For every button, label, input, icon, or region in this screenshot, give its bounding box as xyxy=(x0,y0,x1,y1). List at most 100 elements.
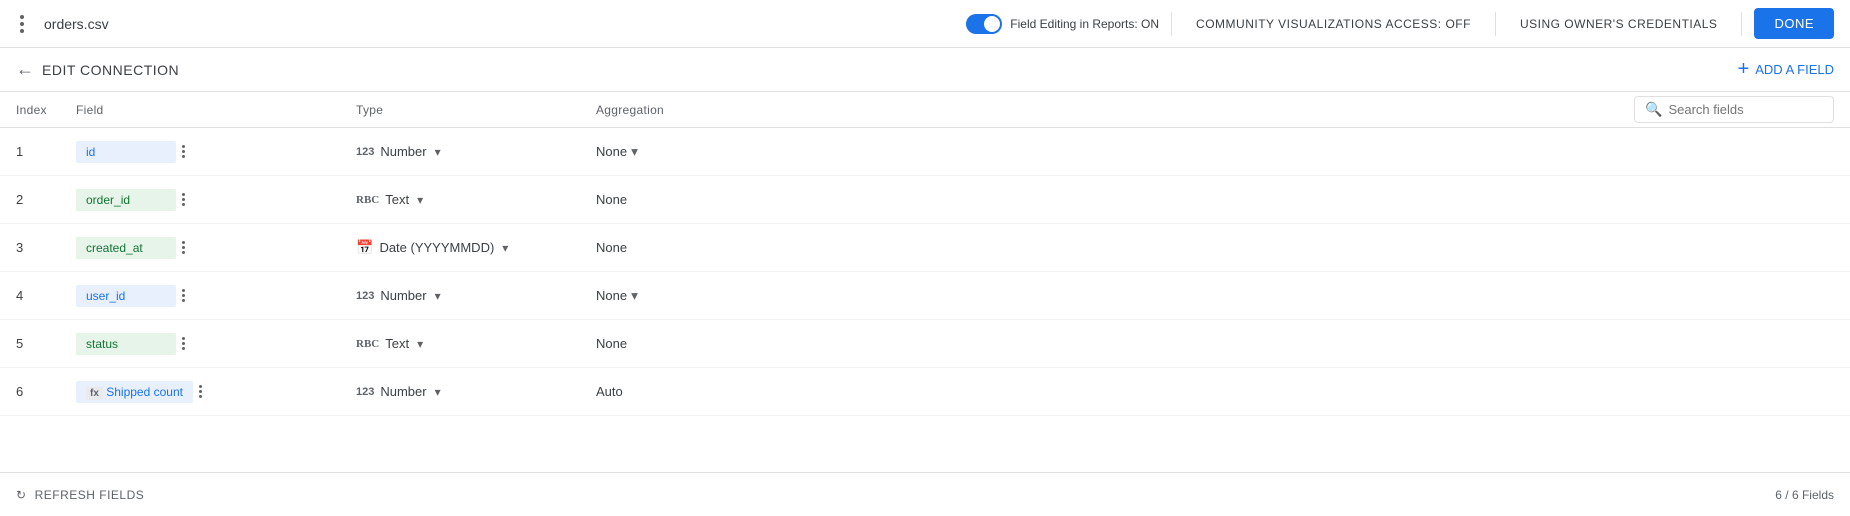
top-bar-right: Field Editing in Reports: ON COMMUNITY V… xyxy=(966,8,1834,39)
row-more-icon[interactable] xyxy=(199,385,202,398)
type-label: Text xyxy=(385,336,409,351)
field-cell: user_id xyxy=(76,285,356,307)
field-cell: fx Shipped count xyxy=(76,381,356,403)
aggregation-cell: None xyxy=(596,192,796,207)
table-row: 2order_id RBC Text ▾ None xyxy=(0,176,1850,224)
field-cell: status xyxy=(76,333,356,355)
field-editing-label: Field Editing in Reports: ON xyxy=(1010,17,1159,31)
col-field: Field xyxy=(76,103,356,117)
search-col: 🔍 xyxy=(796,96,1834,123)
table-row: 1id 123 Number ▾ None ▾ xyxy=(0,128,1850,176)
type-icon: 123 xyxy=(356,386,374,398)
row-index: 6 xyxy=(16,384,76,399)
table-row: 6fx Shipped count 123 Number ▾ Auto xyxy=(0,368,1850,416)
type-label: Number xyxy=(380,288,426,303)
type-label: Number xyxy=(380,144,426,159)
row-index: 1 xyxy=(16,144,76,159)
fx-badge: fx xyxy=(86,387,103,400)
refresh-fields-button[interactable]: ↻ REFRESH FIELDS xyxy=(16,488,144,502)
row-more-icon[interactable] xyxy=(182,241,185,254)
aggregation-cell: None xyxy=(596,336,796,351)
type-label: Text xyxy=(385,192,409,207)
field-tag[interactable]: order_id xyxy=(76,189,176,211)
type-cell: RBC Text ▾ xyxy=(356,335,596,353)
aggregation-value: Auto xyxy=(596,384,623,399)
aggregation-cell: Auto xyxy=(596,384,796,399)
type-dropdown[interactable]: ▾ xyxy=(433,143,443,161)
row-more-icon[interactable] xyxy=(182,193,185,206)
done-button[interactable]: DONE xyxy=(1754,8,1834,39)
file-title: orders.csv xyxy=(44,16,109,32)
type-icon: RBC xyxy=(356,194,379,206)
field-tag[interactable]: status xyxy=(76,333,176,355)
type-dropdown[interactable]: ▾ xyxy=(500,239,510,257)
table-body: 1id 123 Number ▾ None ▾ 2order_id RBC Text ▾ None 3… xyxy=(0,128,1850,416)
row-index: 2 xyxy=(16,192,76,207)
table-row: 4user_id 123 Number ▾ None ▾ xyxy=(0,272,1850,320)
field-cell: id xyxy=(76,141,356,163)
aggregation-value: None xyxy=(596,240,627,255)
aggregation-cell: None ▾ xyxy=(596,288,796,304)
row-index: 5 xyxy=(16,336,76,351)
row-more-icon[interactable] xyxy=(182,337,185,350)
field-tag[interactable]: fx Shipped count xyxy=(76,381,193,403)
aggregation-cell: None ▾ xyxy=(596,144,796,160)
top-bar-left: orders.csv xyxy=(16,11,109,37)
search-icon: 🔍 xyxy=(1645,101,1662,118)
fields-count: 6 / 6 Fields xyxy=(1775,488,1834,502)
aggregation-cell: None xyxy=(596,240,796,255)
type-icon: 123 xyxy=(356,146,374,158)
aggregation-dropdown[interactable]: ▾ xyxy=(631,288,638,304)
community-visualizations-button[interactable]: COMMUNITY VISUALIZATIONS ACCESS: OFF xyxy=(1184,11,1483,37)
add-field-label: ADD A FIELD xyxy=(1755,62,1834,77)
refresh-label: REFRESH FIELDS xyxy=(35,488,145,502)
type-icon: RBC xyxy=(356,338,379,350)
field-editing-toggle[interactable] xyxy=(966,14,1002,34)
table-header: Index Field Type Aggregation 🔍 xyxy=(0,92,1850,128)
add-field-button[interactable]: + ADD A FIELD xyxy=(1738,58,1834,81)
type-icon: 123 xyxy=(356,290,374,302)
field-tag[interactable]: user_id xyxy=(76,285,176,307)
edit-connection-title: EDIT CONNECTION xyxy=(42,62,179,78)
field-tag[interactable]: created_at xyxy=(76,237,176,259)
table-row: 5status RBC Text ▾ None xyxy=(0,320,1850,368)
search-box: 🔍 xyxy=(1634,96,1834,123)
type-dropdown[interactable]: ▾ xyxy=(415,335,425,353)
divider-3 xyxy=(1741,12,1742,36)
refresh-icon: ↻ xyxy=(16,488,27,502)
row-more-icon[interactable] xyxy=(182,145,185,158)
back-arrow-icon[interactable]: ← xyxy=(16,59,34,80)
bottom-bar: ↻ REFRESH FIELDS 6 / 6 Fields xyxy=(0,472,1850,516)
type-cell: 123 Number ▾ xyxy=(356,143,596,161)
credentials-button[interactable]: USING OWNER'S CREDENTIALS xyxy=(1508,11,1729,37)
field-tag[interactable]: id xyxy=(76,141,176,163)
col-index: Index xyxy=(16,103,76,117)
edit-connection-bar: ← EDIT CONNECTION + ADD A FIELD xyxy=(0,48,1850,92)
plus-icon: + xyxy=(1738,58,1750,81)
aggregation-value: None xyxy=(596,336,627,351)
type-dropdown[interactable]: ▾ xyxy=(433,383,443,401)
top-bar: orders.csv Field Editing in Reports: ON … xyxy=(0,0,1850,48)
aggregation-value: None xyxy=(596,288,627,303)
row-index: 3 xyxy=(16,240,76,255)
field-cell: created_at xyxy=(76,237,356,259)
aggregation-value: None xyxy=(596,144,627,159)
edit-bar-left: ← EDIT CONNECTION xyxy=(16,59,179,80)
divider-1 xyxy=(1171,12,1172,36)
row-index: 4 xyxy=(16,288,76,303)
type-cell: 📅Date (YYYYMMDD)▾ xyxy=(356,239,596,257)
type-label: Number xyxy=(380,384,426,399)
type-dropdown[interactable]: ▾ xyxy=(433,287,443,305)
type-label: Date (YYYYMMDD) xyxy=(379,240,494,255)
field-editing-toggle-group: Field Editing in Reports: ON xyxy=(966,14,1159,34)
table-row: 3created_at📅Date (YYYYMMDD)▾None xyxy=(0,224,1850,272)
col-aggregation: Aggregation xyxy=(596,103,796,117)
row-more-icon[interactable] xyxy=(182,289,185,302)
divider-2 xyxy=(1495,12,1496,36)
aggregation-dropdown[interactable]: ▾ xyxy=(631,144,638,160)
type-dropdown[interactable]: ▾ xyxy=(415,191,425,209)
col-type: Type xyxy=(356,103,596,117)
more-options-icon[interactable] xyxy=(16,11,28,37)
aggregation-value: None xyxy=(596,192,627,207)
search-input[interactable] xyxy=(1668,102,1823,117)
